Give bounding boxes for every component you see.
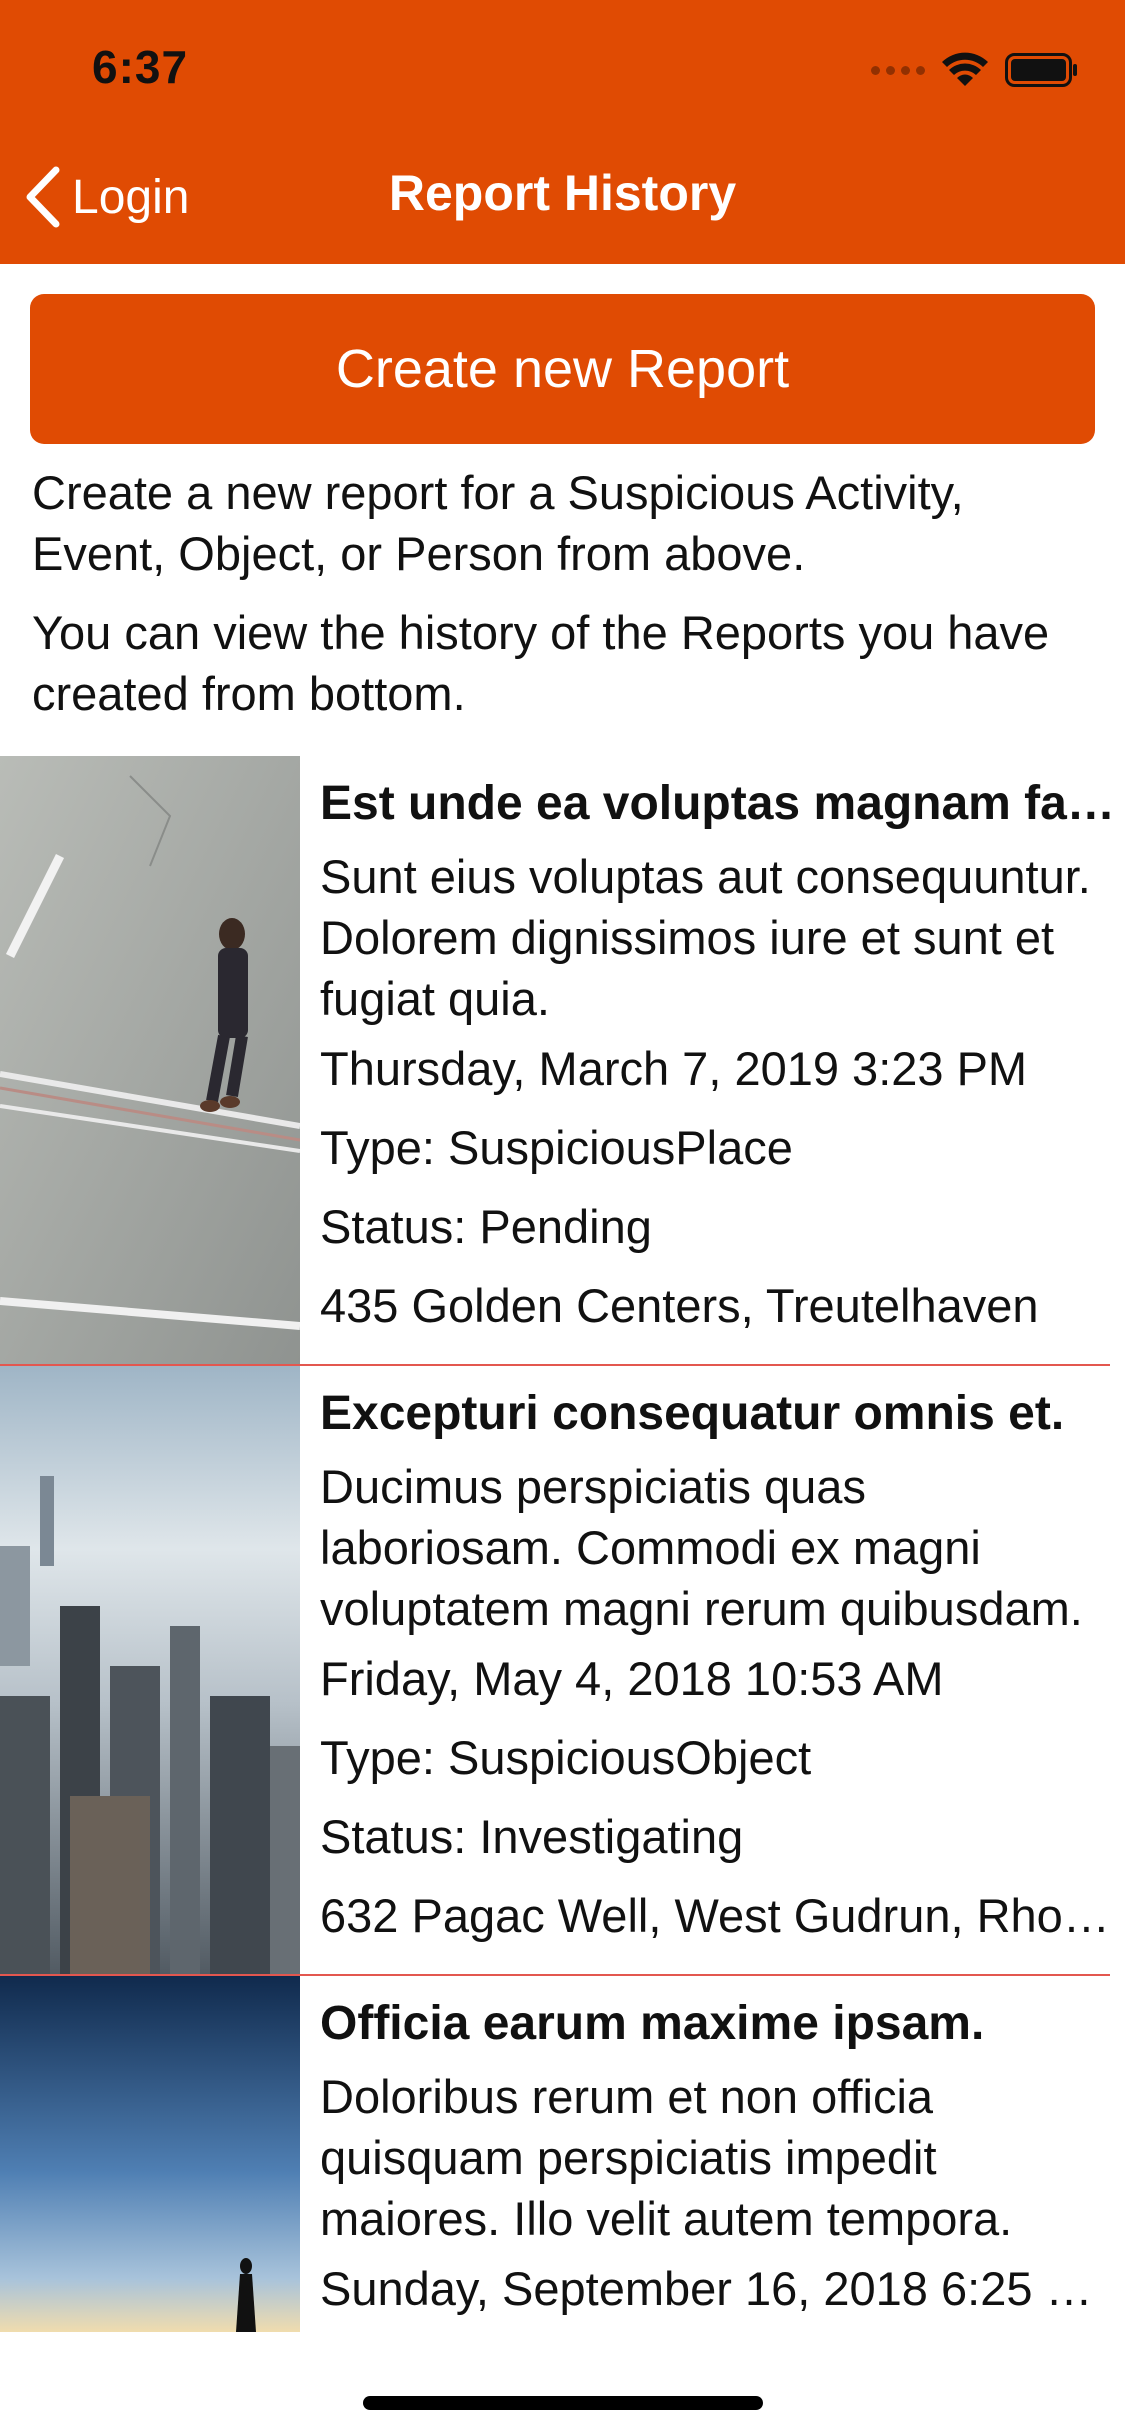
report-date: Sunday, September 16, 2018 6:25 PM — [320, 2262, 1115, 2315]
report-row[interactable]: Officia earum maxime ipsam. Doloribus re… — [0, 1976, 1125, 2336]
page-title: Report History — [388, 165, 737, 221]
signal-dots-icon — [871, 65, 925, 75]
intro-text-create: Create a new report for a Suspicious Act… — [32, 466, 964, 580]
report-thumbnail — [0, 1366, 300, 1976]
report-address: 435 Golden Centers, Treutelhaven — [320, 1279, 1039, 1332]
create-report-button[interactable]: Create new Report — [30, 294, 1095, 444]
status-time: 6:37 — [92, 41, 189, 93]
report-date: Friday, May 4, 2018 10:53 AM — [320, 1652, 944, 1705]
status-icons — [871, 50, 1079, 90]
report-title: Est unde ea voluptas magnam facere. — [320, 777, 1115, 830]
report-description: Doloribus rerum et non officia quisquam … — [320, 2070, 1013, 2245]
report-list: Est unde ea voluptas magnam facere. Sunt… — [0, 756, 1125, 2336]
report-title: Officia earum maxime ipsam. — [320, 1997, 985, 2050]
report-status: Status: Pending — [320, 1200, 652, 1253]
wifi-icon — [942, 52, 988, 86]
report-status: Status: Investigating — [320, 1810, 744, 1863]
report-address: 632 Pagac Well, West Gudrun, Rhode Islan… — [320, 1889, 1115, 1942]
battery-icon — [1005, 53, 1077, 87]
report-thumbnail — [0, 756, 300, 1366]
report-row[interactable]: Excepturi consequatur omnis et. Ducimus … — [0, 1366, 1125, 1976]
report-date: Thursday, March 7, 2019 3:23 PM — [320, 1042, 1028, 1095]
home-indicator[interactable] — [363, 2396, 763, 2410]
navigation-bar: 6:37 Login Report History — [0, 0, 1125, 264]
report-type: Type: SuspiciousObject — [320, 1731, 812, 1784]
report-row[interactable]: Est unde ea voluptas magnam facere. Sunt… — [0, 756, 1125, 1366]
intro-text-history: You can view the history of the Reports … — [32, 606, 1050, 720]
report-description: Sunt eius voluptas aut consequuntur. Dol… — [320, 850, 1091, 1025]
report-description: Ducimus perspiciatis quas laboriosam. Co… — [320, 1460, 1083, 1635]
report-title: Excepturi consequatur omnis et. — [320, 1387, 1065, 1440]
report-thumbnail — [0, 1976, 300, 2332]
report-type: Type: SuspiciousPlace — [320, 1121, 793, 1174]
